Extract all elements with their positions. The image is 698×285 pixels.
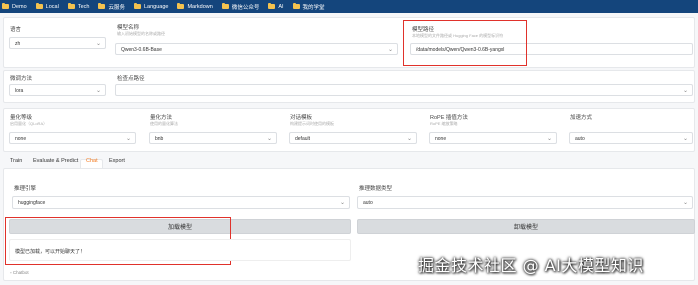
chevron-down-icon: ⌄ — [339, 200, 345, 206]
chatbot-label: ▫ Chatbot — [10, 270, 29, 275]
model-name-value: Qwen3-0.6B-Base — [121, 47, 162, 53]
quant-method-select[interactable]: bnb ⌄ — [149, 132, 277, 144]
booster-label: 加速方式 — [570, 115, 593, 121]
folder-icon — [67, 3, 75, 9]
chevron-down-icon: ⌄ — [95, 88, 101, 94]
template-hint: 构建提示词时使用的模板 — [290, 121, 334, 126]
chevron-down-icon: ⌄ — [95, 41, 101, 47]
tab-evaluate[interactable]: Evaluate & Predict — [33, 158, 78, 164]
bookmark-cloud[interactable]: 云服务 — [98, 3, 125, 11]
rope-label: RoPE 插值方法 — [430, 115, 468, 121]
chevron-down-icon: ⌄ — [682, 136, 688, 142]
status-box: 模型已加载，可以开始聊天了！ — [9, 239, 351, 261]
folder-icon — [133, 3, 141, 9]
chevron-down-icon: ⌄ — [387, 47, 393, 53]
quant-bit-hint: 启用量化（QLoRA） — [10, 121, 48, 126]
watermark-text: 掘金技术社区 @ AI大模型知识 — [418, 256, 644, 275]
tab-chat[interactable]: Chat — [86, 158, 98, 164]
model-name-label: 模型名称 — [117, 25, 140, 31]
chevron-down-icon: ⌄ — [125, 136, 131, 142]
engine-value: huggingface — [18, 200, 46, 206]
finetune-select[interactable]: lora ⌄ — [9, 84, 106, 96]
bookmark-language[interactable]: Language — [133, 3, 168, 10]
rope-select[interactable]: none ⌄ — [429, 132, 557, 144]
tab-bar: Train Evaluate & Predict Chat Export — [0, 157, 698, 167]
quant-bit-select[interactable]: none ⌄ — [9, 132, 136, 144]
chevron-down-icon: ⌄ — [406, 136, 412, 142]
engine-label: 推理引擎 — [14, 186, 37, 192]
bookmark-ai[interactable]: AI — [268, 3, 284, 10]
status-text: 模型已加载，可以开始聊天了！ — [15, 249, 86, 255]
bookmark-study[interactable]: 我的学堂 — [292, 3, 325, 11]
rope-hint: RoPE 缩放策略 — [430, 121, 458, 126]
booster-select[interactable]: auto ⌄ — [569, 132, 693, 144]
folder-icon — [292, 3, 300, 9]
checkpoint-label: 检查点路径 — [117, 76, 145, 82]
rope-value: none — [435, 136, 447, 142]
folder-icon — [177, 3, 185, 9]
bookmarks-bar: Demo Local Tech 云服务 Language Markdown 微信… — [0, 0, 698, 13]
booster-value: auto — [575, 136, 585, 142]
bookmark-demo[interactable]: Demo — [2, 3, 27, 10]
chevron-down-icon: ⌄ — [682, 88, 688, 94]
folder-icon — [2, 3, 9, 9]
folder-icon — [98, 3, 106, 9]
template-value: default — [295, 136, 311, 142]
model-path-highlight — [403, 20, 527, 66]
chevron-down-icon: ⌄ — [546, 136, 552, 142]
bookmark-tech[interactable]: Tech — [67, 3, 89, 10]
folder-icon — [221, 3, 229, 9]
quant-method-hint: 使用的量化算法 — [150, 121, 178, 126]
lang-label: 语言 — [10, 27, 22, 33]
bookmark-local[interactable]: Local — [35, 3, 59, 10]
dtype-label: 推理数据类型 — [359, 186, 393, 192]
quant-bit-label: 量化等级 — [10, 115, 33, 121]
bookmark-wechat[interactable]: 微信公众号 — [221, 3, 259, 11]
lang-select[interactable]: zh ⌄ — [9, 37, 106, 49]
template-select[interactable]: default ⌄ — [289, 132, 417, 144]
tab-export[interactable]: Export — [109, 158, 125, 164]
finetune-label: 微调方法 — [10, 76, 33, 82]
dtype-value: auto — [363, 200, 373, 206]
lang-value: zh — [15, 41, 21, 47]
chevron-down-icon: ⌄ — [682, 200, 688, 206]
quant-method-label: 量化方法 — [150, 115, 173, 121]
finetune-value: lora — [15, 88, 24, 94]
bookmark-markdown[interactable]: Markdown — [177, 3, 213, 10]
quant-bit-value: none — [15, 136, 27, 142]
inference-engine-box[interactable]: huggingface ⌄ — [12, 196, 350, 209]
quant-method-value: bnb — [155, 136, 164, 142]
template-label: 对话模板 — [290, 115, 313, 121]
model-name-select[interactable]: Qwen3-0.6B-Base ⌄ — [115, 43, 398, 55]
folder-icon — [268, 3, 276, 9]
tab-train[interactable]: Train — [10, 158, 22, 164]
model-name-hint: 输入初始模型的名称或路径 — [117, 31, 165, 36]
folder-icon — [35, 3, 43, 9]
dtype-select-box[interactable]: auto ⌄ — [357, 196, 693, 209]
unload-model-button[interactable]: 卸载模型 — [357, 219, 695, 234]
chevron-down-icon: ⌄ — [266, 136, 272, 142]
checkpoint-select[interactable]: ⌄ — [115, 84, 693, 96]
